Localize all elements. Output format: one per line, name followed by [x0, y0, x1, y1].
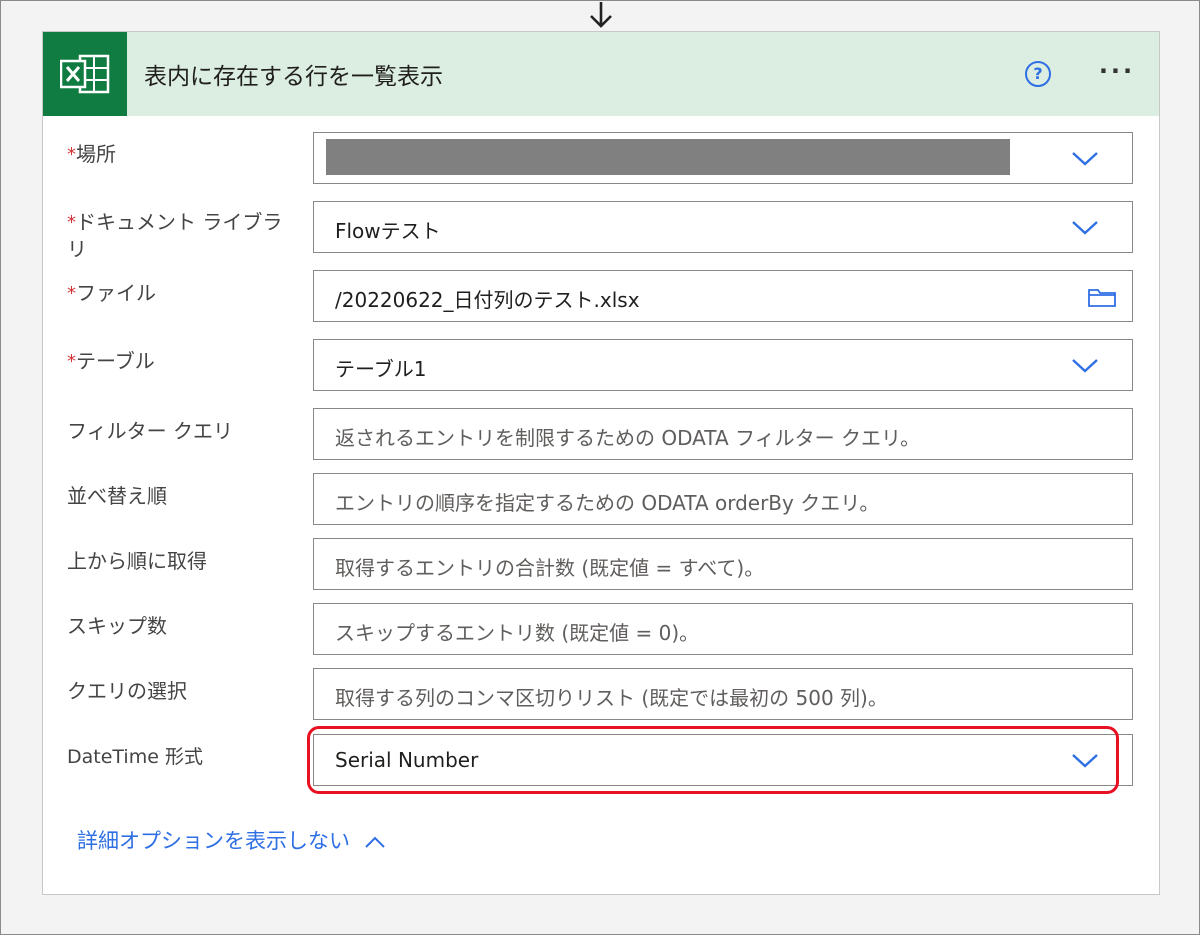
- skip-count-input[interactable]: スキップするエントリ数 (既定値 = 0)。: [313, 603, 1133, 655]
- order-by-placeholder: エントリの順序を指定するための ODATA orderBy クエリ。: [335, 491, 880, 515]
- document-library-dropdown[interactable]: Flowテスト: [313, 201, 1133, 253]
- field-label-file: *ファイル: [67, 281, 156, 305]
- hide-advanced-options-link[interactable]: 詳細オプションを表示しない: [77, 825, 386, 855]
- down-arrow-icon: [590, 2, 612, 28]
- required-marker: *: [67, 144, 76, 165]
- chevron-down-icon: [1072, 221, 1098, 235]
- highlight-box: [307, 726, 1119, 794]
- filter-query-placeholder: 返されるエントリを制限するための ODATA フィルター クエリ。: [335, 426, 921, 450]
- top-count-input[interactable]: 取得するエントリの合計数 (既定値 = すべて)。: [313, 538, 1133, 590]
- field-label-filter-query: フィルター クエリ: [67, 419, 233, 443]
- folder-icon[interactable]: [1087, 285, 1117, 309]
- hide-advanced-options-label: 詳細オプションを表示しない: [77, 829, 350, 853]
- field-label-location: *場所: [67, 142, 116, 166]
- action-card: 表内に存在する行を一覧表示 ? ··· *場所 *ドキュメント ライブラリ Fl…: [42, 31, 1160, 895]
- top-count-placeholder: 取得するエントリの合計数 (既定値 = すべて)。: [335, 556, 765, 580]
- file-value: /20220622_日付列のテスト.xlsx: [335, 288, 640, 312]
- field-label-document-library: *ドキュメント ライブラリ: [67, 210, 283, 261]
- select-query-input[interactable]: 取得する列のコンマ区切りリスト (既定では最初の 500 列)。: [313, 668, 1133, 720]
- chevron-down-icon: [1072, 359, 1098, 373]
- action-title: 表内に存在する行を一覧表示: [144, 64, 443, 90]
- action-header[interactable]: 表内に存在する行を一覧表示 ? ···: [43, 32, 1159, 116]
- field-label-order-by: 並べ替え順: [67, 484, 167, 508]
- document-library-value: Flowテスト: [335, 219, 441, 243]
- excel-icon: [43, 32, 127, 116]
- order-by-input[interactable]: エントリの順序を指定するための ODATA orderBy クエリ。: [313, 473, 1133, 525]
- file-picker-field[interactable]: /20220622_日付列のテスト.xlsx: [313, 270, 1133, 322]
- field-label-select-query: クエリの選択: [67, 679, 187, 703]
- filter-query-input[interactable]: 返されるエントリを制限するための ODATA フィルター クエリ。: [313, 408, 1133, 460]
- more-options-icon[interactable]: ···: [1097, 59, 1137, 87]
- chevron-up-icon: [365, 836, 385, 848]
- table-value: テーブル1: [335, 357, 427, 381]
- redacted-value: [326, 139, 1010, 175]
- field-label-top-count: 上から順に取得: [67, 549, 207, 573]
- location-dropdown[interactable]: [313, 132, 1133, 184]
- field-label-table: *テーブル: [67, 349, 155, 373]
- skip-count-placeholder: スキップするエントリ数 (既定値 = 0)。: [335, 621, 700, 645]
- table-dropdown[interactable]: テーブル1: [313, 339, 1133, 391]
- field-label-skip-count: スキップ数: [67, 614, 167, 638]
- chevron-down-icon: [1072, 152, 1098, 166]
- select-query-placeholder: 取得する列のコンマ区切りリスト (既定では最初の 500 列)。: [335, 686, 888, 710]
- help-icon[interactable]: ?: [1025, 61, 1051, 87]
- field-label-datetime-format: DateTime 形式: [67, 746, 203, 768]
